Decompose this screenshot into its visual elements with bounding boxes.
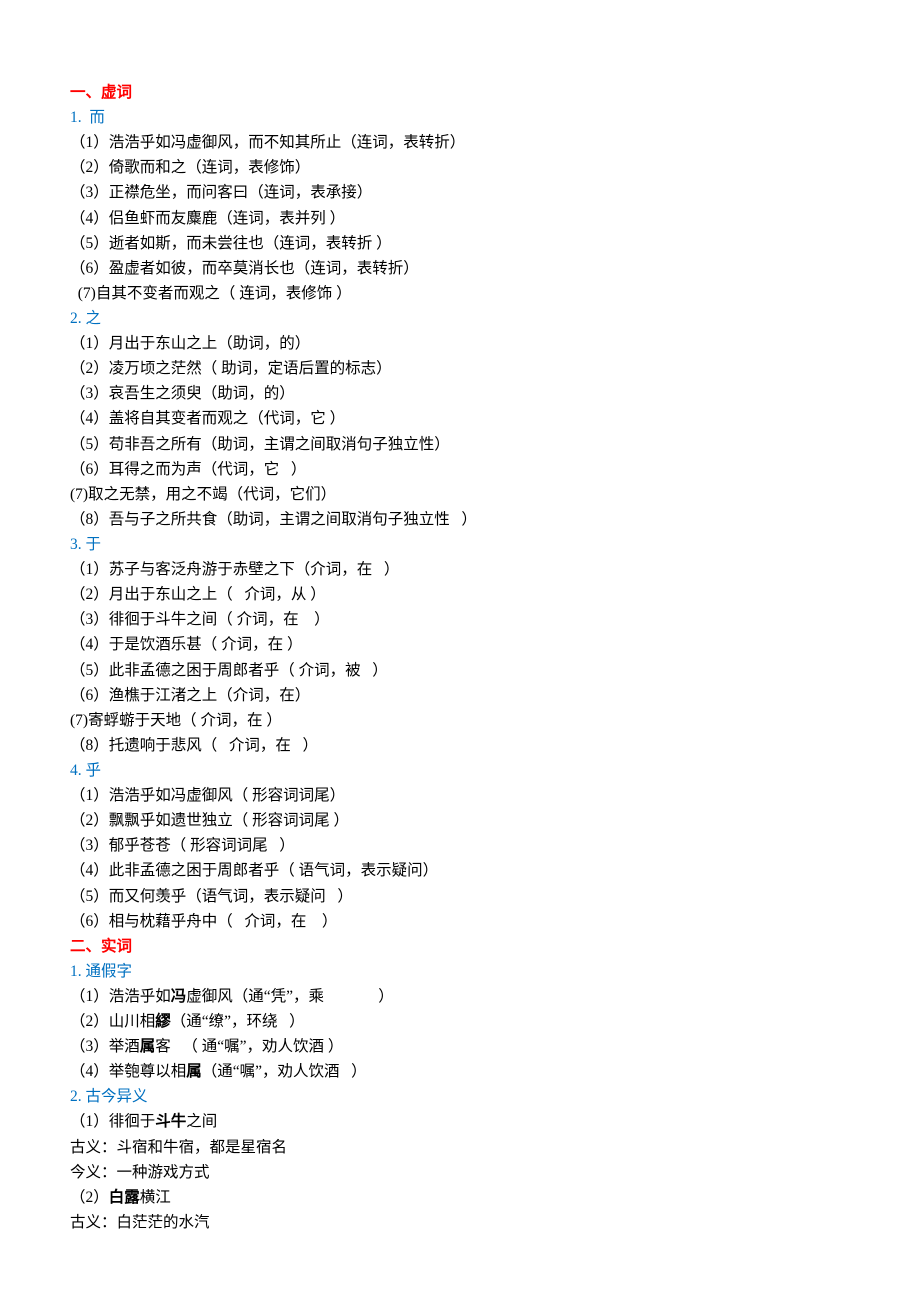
item: （1）浩浩乎如冯虚御风，而不知其所止（连词，表转折） [70, 130, 850, 155]
text: （通“嘱”，劝人饮酒 ） [202, 1063, 367, 1080]
item: (7)寄蜉蝣于天地（ 介词，在 ） [70, 708, 850, 733]
item: （6）渔樵于江渚之上（介词，在） [70, 683, 850, 708]
text: 虚御风（通“凭”，乘 ） [186, 988, 394, 1005]
text: （1）浩浩乎如 [70, 988, 171, 1005]
item: （6）相与枕藉乎舟中（ 介词，在 ） [70, 909, 850, 934]
item: （3）郁乎苍苍（ 形容词词尾 ） [70, 833, 850, 858]
bold-char: 冯 [171, 988, 187, 1005]
text: 客 （ 通“嘱”，劝人饮酒 ） [155, 1038, 343, 1055]
subheading-tongjia: 1. 通假字 [70, 959, 850, 984]
subheading-gujinyiyi: 2. 古今异义 [70, 1084, 850, 1109]
modern-meaning: 今义：一种游戏方式 [70, 1160, 850, 1185]
item: （1）月出于东山之上（助词，的） [70, 331, 850, 356]
item: （2）凌万顷之茫然（ 助词，定语后置的标志） [70, 356, 850, 381]
item: （3）举酒属客 （ 通“嘱”，劝人饮酒 ） [70, 1034, 850, 1059]
text: 之间 [186, 1113, 217, 1130]
item: （5）逝者如斯，而未尝往也（连词，表转折 ） [70, 231, 850, 256]
item: （6）盈虚者如彼，而卒莫消长也（连词，表转折） [70, 256, 850, 281]
item: (7)自其不变者而观之（ 连词，表修饰 ） [70, 281, 850, 306]
item: （5）而又何羡乎（语气词，表示疑问 ） [70, 884, 850, 909]
subheading-hu: 4. 乎 [70, 758, 850, 783]
item: （1）浩浩乎如冯虚御风（ 形容词词尾） [70, 783, 850, 808]
item: （3）正襟危坐，而问客曰（连词，表承接） [70, 180, 850, 205]
item: （4）举匏尊以相属（通“嘱”，劝人饮酒 ） [70, 1059, 850, 1084]
item: （4）侣鱼虾而友麋鹿（连词，表并列 ） [70, 206, 850, 231]
text: （3）举酒 [70, 1038, 140, 1055]
item: (7)取之无禁，用之不竭（代词，它们） [70, 482, 850, 507]
item: （3）徘徊于斗牛之间（ 介词，在 ） [70, 607, 850, 632]
item: （6）耳得之而为声（代词，它 ） [70, 457, 850, 482]
subheading-yu: 3. 于 [70, 532, 850, 557]
item: （2）月出于东山之上（ 介词，从 ） [70, 582, 850, 607]
text: （1）徘徊于 [70, 1113, 155, 1130]
item: （2）飘飘乎如遗世独立（ 形容词词尾 ） [70, 808, 850, 833]
item: （8）托遗响于悲风（ 介词，在 ） [70, 733, 850, 758]
text: 横江 [140, 1189, 171, 1206]
item: （2）白露横江 [70, 1185, 850, 1210]
item: （1）苏子与客泛舟游于赤壁之下（介词，在 ） [70, 557, 850, 582]
item: （4）盖将自其变者而观之（代词，它 ） [70, 406, 850, 431]
subheading-er: 1. 而 [70, 105, 850, 130]
item: （8）吾与子之所共食（助词，主谓之间取消句子独立性 ） [70, 507, 850, 532]
item: （2）倚歌而和之（连词，表修饰） [70, 155, 850, 180]
bold-char: 属 [186, 1063, 202, 1080]
item: （1）徘徊于斗牛之间 [70, 1109, 850, 1134]
item: （1）浩浩乎如冯虚御风（通“凭”，乘 ） [70, 984, 850, 1009]
item: （5）此非孟德之困于周郎者乎（ 介词，被 ） [70, 658, 850, 683]
item: （5）苟非吾之所有（助词，主谓之间取消句子独立性） [70, 432, 850, 457]
item: （4）此非孟德之困于周郎者乎（ 语气词，表示疑问） [70, 858, 850, 883]
ancient-meaning: 古义：斗宿和牛宿，都是星宿名 [70, 1135, 850, 1160]
item: （4）于是饮酒乐甚（ 介词，在 ） [70, 632, 850, 657]
text: （通“缭”，环绕 ） [171, 1013, 305, 1030]
subheading-zhi: 2. 之 [70, 306, 850, 331]
text: （2） [70, 1189, 109, 1206]
bold-char: 繆 [155, 1013, 171, 1030]
ancient-meaning: 古义：白茫茫的水汽 [70, 1210, 850, 1235]
section-heading-shici: 二、实词 [70, 934, 850, 959]
bold-char: 斗牛 [155, 1113, 186, 1130]
bold-char: 白露 [109, 1189, 140, 1206]
item: （2）山川相繆（通“缭”，环绕 ） [70, 1009, 850, 1034]
section-heading-xuci: 一、虚词 [70, 80, 850, 105]
text: （2）山川相 [70, 1013, 155, 1030]
item: （3）哀吾生之须臾（助词，的） [70, 381, 850, 406]
bold-char: 属 [140, 1038, 156, 1055]
text: （4）举匏尊以相 [70, 1063, 186, 1080]
